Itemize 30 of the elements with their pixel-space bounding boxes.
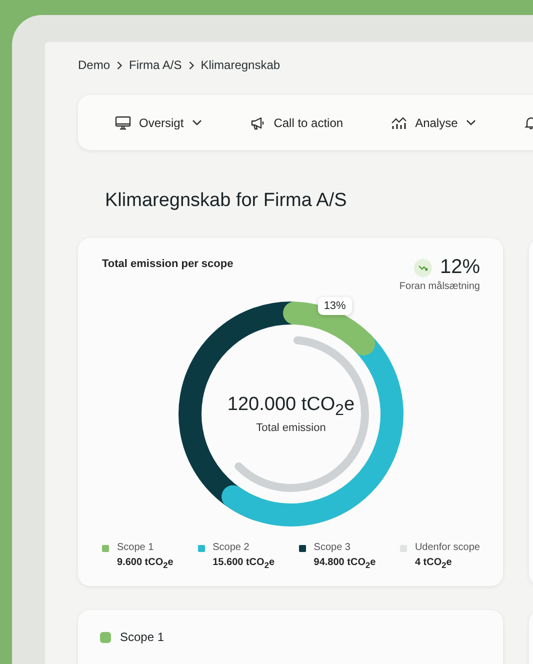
card-title: Total emission per scope [102, 258, 234, 270]
legend-value: 94.800 tCO$_{2}$e [314, 557, 376, 570]
nav-item[interactable]: Oversigt [139, 116, 184, 130]
legend-value: 9.600 tCO$_{2}$e [117, 557, 174, 570]
total-value: 120.000 tCO$_{2}$e [227, 394, 355, 420]
nav-item[interactable]: Call to action [274, 116, 344, 130]
tooltip: 13% [318, 296, 352, 315]
total-label: Total emission [256, 422, 326, 434]
legend-label: Udenfor scope [414, 542, 480, 553]
breadcrumb-link[interactable]: Firma A/S [129, 58, 182, 72]
trend-caption: Foran målsætning [399, 281, 480, 292]
chevron-down-icon[interactable] [466, 119, 476, 126]
trend-down-icon [414, 258, 432, 276]
trend-value: 12% [440, 256, 480, 279]
nav-item[interactable]: Analyse [415, 116, 458, 130]
page-title: Klimaregnskab for Firma A/S [105, 190, 348, 213]
legend-value: 15.600 tCO$_{2}$e [212, 557, 275, 570]
breadcrumb-link[interactable]: Klimaregnskab [200, 58, 280, 72]
chart-icon[interactable] [391, 116, 408, 130]
breadcrumb-link[interactable]: Demo [78, 58, 110, 72]
chevron-right-icon [188, 60, 195, 70]
monitor-icon[interactable] [115, 116, 131, 130]
card-title: Scope 1 [120, 630, 164, 644]
legend-label: Scope 3 [314, 542, 352, 553]
legend-label: Scope 1 [117, 542, 155, 553]
legend-value: 4 tCO$_{2}$e [414, 557, 453, 570]
chevron-down-icon[interactable] [192, 119, 202, 126]
chevron-right-icon [116, 60, 124, 70]
legend-label: Scope 2 [212, 542, 250, 553]
megaphone-icon[interactable] [250, 116, 266, 130]
